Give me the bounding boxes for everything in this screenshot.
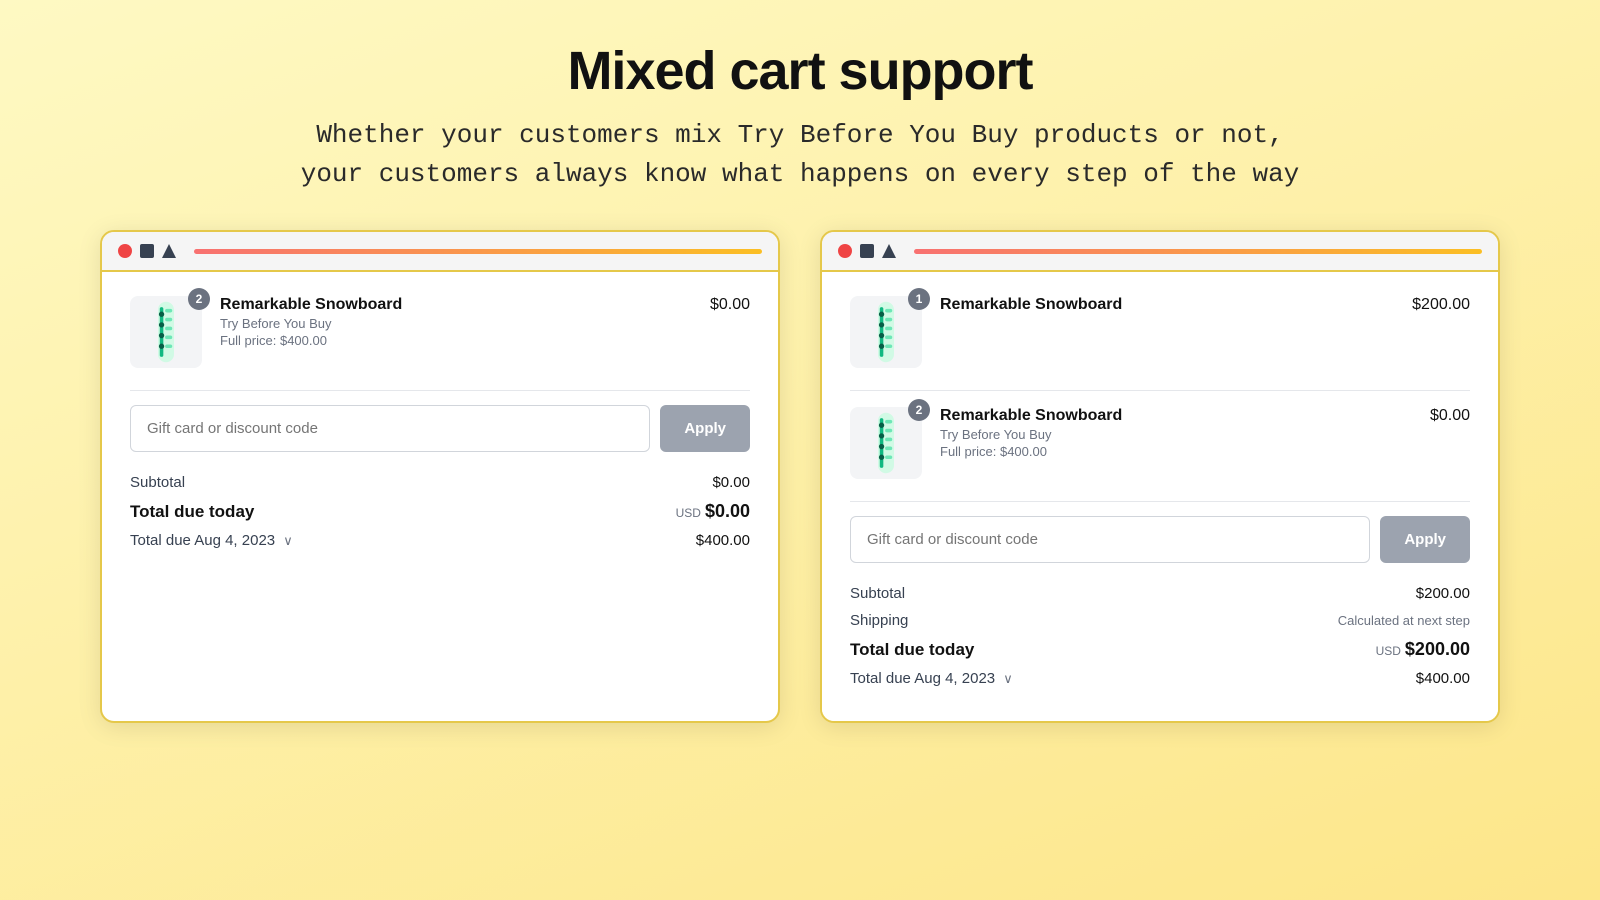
apply-button-right[interactable]: Apply [1380, 516, 1470, 563]
discount-input-left[interactable] [130, 405, 650, 452]
total-later-row-left: Total due Aug 4, 2023 ∨ $400.00 [130, 532, 750, 549]
total-later-row-right: Total due Aug 4, 2023 ∨ $400.00 [850, 670, 1470, 687]
product-item-left: 2 Remarkable Snowboard Try Before You Bu… [130, 296, 750, 368]
product-image-wrap-right-2: 2 [850, 407, 922, 479]
totals-left: Subtotal $0.00 Total due today USD$0.00 … [130, 474, 750, 549]
product-name-left: Remarkable Snowboard [220, 296, 698, 314]
subtotal-label-right: Subtotal [850, 585, 905, 602]
snowboard-image-right-2 [859, 411, 913, 475]
snowboard-image-left [139, 300, 193, 364]
totals-right: Subtotal $200.00 Shipping Calculated at … [850, 585, 1470, 687]
product-badge-right-2: 2 [908, 399, 930, 421]
subtotal-row-left: Subtotal $0.00 [130, 474, 750, 491]
shipping-label-right: Shipping [850, 612, 908, 629]
subtitle: Whether your customers mix Try Before Yo… [301, 116, 1300, 194]
product-info-left: Remarkable Snowboard Try Before You Buy … [220, 296, 698, 348]
product-info-right-2: Remarkable Snowboard Try Before You Buy … [940, 407, 1418, 459]
product-price-left: $0.00 [698, 296, 750, 314]
total-today-value-left: USD$0.00 [676, 501, 750, 522]
browser-content-left: 2 Remarkable Snowboard Try Before You Bu… [102, 272, 778, 583]
product-tag-right-2: Try Before You Buy [940, 427, 1418, 442]
shipping-value-right: Calculated at next step [1338, 613, 1470, 628]
browser-window-right: 1 Remarkable Snowboard $200.00 [820, 230, 1500, 723]
titlebar-line-left [194, 249, 762, 254]
discount-row-left: Apply [130, 405, 750, 452]
dot-triangle-right [882, 244, 896, 258]
total-today-label-right: Total due today [850, 640, 974, 660]
total-later-value-right: $400.00 [1416, 670, 1470, 687]
page-title: Mixed cart support [301, 40, 1300, 102]
page: Mixed cart support Whether your customer… [0, 0, 1600, 900]
dot-red-left [118, 244, 132, 258]
total-today-value-right: USD$200.00 [1376, 639, 1470, 660]
dot-triangle-left [162, 244, 176, 258]
snowboard-image-right-1 [859, 300, 913, 364]
chevron-icon-right: ∨ [1003, 671, 1013, 686]
discount-row-right: Apply [850, 516, 1470, 563]
subtotal-label-left: Subtotal [130, 474, 185, 491]
subtotal-value-right: $200.00 [1416, 585, 1470, 602]
divider-left-1 [130, 390, 750, 391]
product-badge-left: 2 [188, 288, 210, 310]
total-today-label-left: Total due today [130, 502, 254, 522]
titlebar-right [822, 232, 1498, 272]
subtotal-row-right: Subtotal $200.00 [850, 585, 1470, 602]
product-tag-left: Try Before You Buy [220, 316, 698, 331]
subtotal-value-left: $0.00 [712, 474, 750, 491]
subtitle-line2: your customers always know what happens … [301, 159, 1300, 189]
total-later-label-right: Total due Aug 4, 2023 ∨ [850, 670, 1013, 687]
divider-right-1 [850, 501, 1470, 502]
product-item-right-2: 2 Remarkable Snowboard Try Before You Bu… [850, 407, 1470, 479]
dot-square-left [140, 244, 154, 258]
product-price-right-1: $200.00 [1400, 296, 1470, 314]
total-later-value-left: $400.00 [696, 532, 750, 549]
product-info-right-1: Remarkable Snowboard [940, 296, 1400, 316]
product-item-right-1: 1 Remarkable Snowboard $200.00 [850, 296, 1470, 368]
titlebar-line-right [914, 249, 1482, 254]
dot-square-right [860, 244, 874, 258]
usd-label-left: USD [676, 506, 701, 520]
shipping-row-right: Shipping Calculated at next step [850, 612, 1470, 629]
product-badge-right-1: 1 [908, 288, 930, 310]
product-full-price-left: Full price: $400.00 [220, 333, 698, 348]
chevron-icon-left: ∨ [283, 533, 293, 548]
panels-row: 2 Remarkable Snowboard Try Before You Bu… [60, 230, 1540, 723]
dot-red-right [838, 244, 852, 258]
browser-window-left: 2 Remarkable Snowboard Try Before You Bu… [100, 230, 780, 723]
total-today-row-right: Total due today USD$200.00 [850, 639, 1470, 660]
browser-content-right: 1 Remarkable Snowboard $200.00 [822, 272, 1498, 721]
total-today-row-left: Total due today USD$0.00 [130, 501, 750, 522]
product-separator-right [850, 390, 1470, 391]
titlebar-left [102, 232, 778, 272]
product-name-right-2: Remarkable Snowboard [940, 407, 1418, 425]
apply-button-left[interactable]: Apply [660, 405, 750, 452]
product-image-wrap-left: 2 [130, 296, 202, 368]
usd-label-right: USD [1376, 644, 1401, 658]
header-section: Mixed cart support Whether your customer… [301, 40, 1300, 194]
product-full-price-right-2: Full price: $400.00 [940, 444, 1418, 459]
product-image-wrap-right-1: 1 [850, 296, 922, 368]
product-name-right-1: Remarkable Snowboard [940, 296, 1400, 314]
discount-input-right[interactable] [850, 516, 1370, 563]
total-later-label-left: Total due Aug 4, 2023 ∨ [130, 532, 293, 549]
subtitle-line1: Whether your customers mix Try Before Yo… [316, 120, 1283, 150]
product-price-right-2: $0.00 [1418, 407, 1470, 425]
